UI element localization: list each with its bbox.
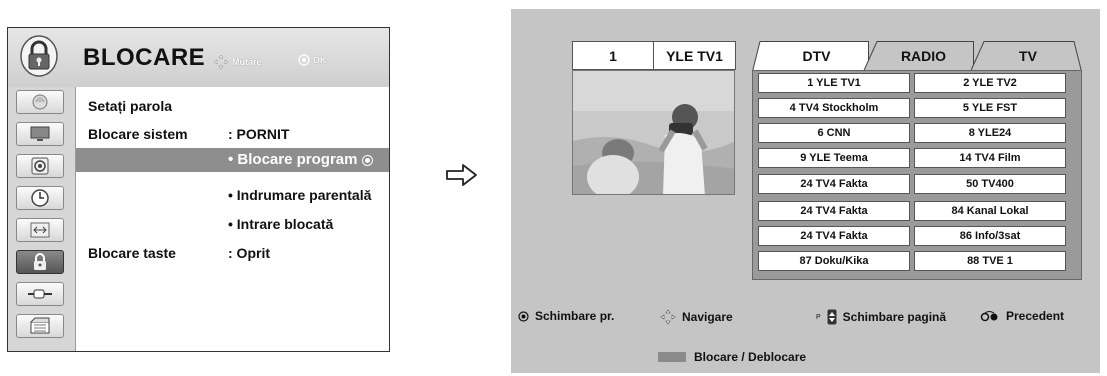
photo-children-icon xyxy=(573,71,734,194)
channel-cell[interactable]: 1 YLE TV1 xyxy=(758,73,910,93)
audio-icon[interactable] xyxy=(16,154,64,178)
row-label: Setați parola xyxy=(88,98,173,114)
ok-hint-label: OK xyxy=(313,55,327,65)
menu-row-key-lock[interactable]: Blocare taste : Oprit xyxy=(76,242,389,266)
tab-radio[interactable]: RADIO xyxy=(863,41,974,72)
channel-grid: 1 YLE TV1 2 YLE TV2 4 TV4 Stockholm 5 YL… xyxy=(752,70,1082,280)
row-label: Blocare sistem xyxy=(88,126,188,142)
ok-selector-icon xyxy=(362,154,374,166)
footer-change-label: Schimbare pr. xyxy=(535,309,615,323)
menu-row-set-password[interactable]: Setați parola xyxy=(76,95,389,119)
channel-cell[interactable]: 2 YLE TV2 xyxy=(914,73,1066,93)
menu-row-program-block[interactable]: • Blocare program xyxy=(76,148,389,172)
footer-navigate-label: Navigare xyxy=(682,310,733,324)
row-value: • Indrumare parentală xyxy=(228,187,372,203)
move-hint: Mutare xyxy=(213,54,262,70)
row-value: : Oprit xyxy=(228,245,270,261)
footer-lock-label: Blocare / Deblocare xyxy=(694,350,807,364)
padlock-icon xyxy=(20,35,58,77)
row-value-text: • Blocare program xyxy=(228,151,358,168)
usb-icon[interactable] xyxy=(16,314,64,338)
lock-menu: BLOCARE Mutare OK Setați parola Blocare … xyxy=(7,27,390,352)
channel-cell[interactable]: 84 Kanal Lokal xyxy=(914,201,1066,221)
channel-cell[interactable]: 86 Info/3sat xyxy=(914,226,1066,246)
back-return-icon xyxy=(980,311,998,322)
footer-back-label: Precedent xyxy=(1006,309,1065,323)
menu-row-input-block[interactable]: • Intrare blocată xyxy=(76,213,389,237)
footer-page-change: P Schimbare pagină xyxy=(816,309,946,325)
channel-cell[interactable]: 24 TV4 Fakta xyxy=(758,226,910,246)
current-channel-name: YLE TV1 xyxy=(653,41,736,70)
ok-button-icon xyxy=(518,310,529,322)
ok-button-icon xyxy=(298,54,310,66)
tab-label: TV xyxy=(1019,48,1037,64)
channel-cell[interactable]: 50 TV400 xyxy=(914,174,1066,194)
channel-cell[interactable]: 4 TV4 Stockholm xyxy=(758,98,910,118)
lock-icon[interactable] xyxy=(16,250,64,274)
channel-cell[interactable]: 88 TVE 1 xyxy=(914,251,1066,271)
menu-row-system-lock[interactable]: Blocare sistem : PORNIT xyxy=(76,123,389,147)
page-key-label: P xyxy=(816,313,821,321)
channel-cell[interactable]: 9 YLE Teema xyxy=(758,148,910,168)
navigation-arrows-icon xyxy=(660,309,676,325)
tab-label: DTV xyxy=(802,48,831,64)
footer-change-program: Schimbare pr. xyxy=(518,309,614,323)
move-hint-label: Mutare xyxy=(232,57,262,67)
menu-header: BLOCARE Mutare OK xyxy=(8,28,389,88)
channel-cell[interactable]: 24 TV4 Fakta xyxy=(758,201,910,221)
ok-hint: OK xyxy=(298,54,327,66)
channel-preview-image xyxy=(572,70,735,195)
option-icon[interactable] xyxy=(16,218,64,242)
input-icon[interactable] xyxy=(16,282,64,306)
menu-content: Setați parola Blocare sistem : PORNIT • … xyxy=(76,87,389,351)
tab-label: RADIO xyxy=(900,48,947,64)
current-channel-number: 1 xyxy=(572,41,654,70)
tab-dtv[interactable]: DTV xyxy=(752,41,869,72)
channel-cell[interactable]: 8 YLE24 xyxy=(914,123,1066,143)
channel-cell[interactable]: 14 TV4 Film xyxy=(914,148,1066,168)
footer-back: Precedent xyxy=(980,309,1064,323)
menu-sidebar xyxy=(8,87,76,351)
footer-page-label: Schimbare pagină xyxy=(842,310,947,324)
tab-tv[interactable]: TV xyxy=(970,41,1082,72)
channel-cell[interactable]: 87 Doku/Kika xyxy=(758,251,910,271)
channel-cell[interactable]: 6 CNN xyxy=(758,123,910,143)
right-arrow-icon xyxy=(446,164,477,186)
row-value: : PORNIT xyxy=(228,126,290,142)
channel-list-panel: 1 YLE TV1 DTV RADIO TV 1 YLE TV1 2 YLE T… xyxy=(511,9,1100,373)
gray-button-icon xyxy=(658,352,686,362)
channel-cell[interactable]: 24 TV4 Fakta xyxy=(758,174,910,194)
menu-title: BLOCARE xyxy=(83,44,206,71)
row-label: Blocare taste xyxy=(88,245,176,261)
page-up-down-icon xyxy=(827,309,837,325)
channel-cell[interactable]: 5 YLE FST xyxy=(914,98,1066,118)
footer-lock-unlock: Blocare / Deblocare xyxy=(658,350,806,364)
menu-row-parental-guidance[interactable]: • Indrumare parentală xyxy=(76,184,389,208)
picture-icon[interactable] xyxy=(16,90,64,114)
time-icon[interactable] xyxy=(16,186,64,210)
screen-icon[interactable] xyxy=(16,122,64,146)
row-value: • Intrare blocată xyxy=(228,216,334,232)
footer-navigate: Navigare xyxy=(660,309,733,325)
row-value: • Blocare program xyxy=(228,151,374,168)
navigation-arrows-icon xyxy=(213,54,229,70)
